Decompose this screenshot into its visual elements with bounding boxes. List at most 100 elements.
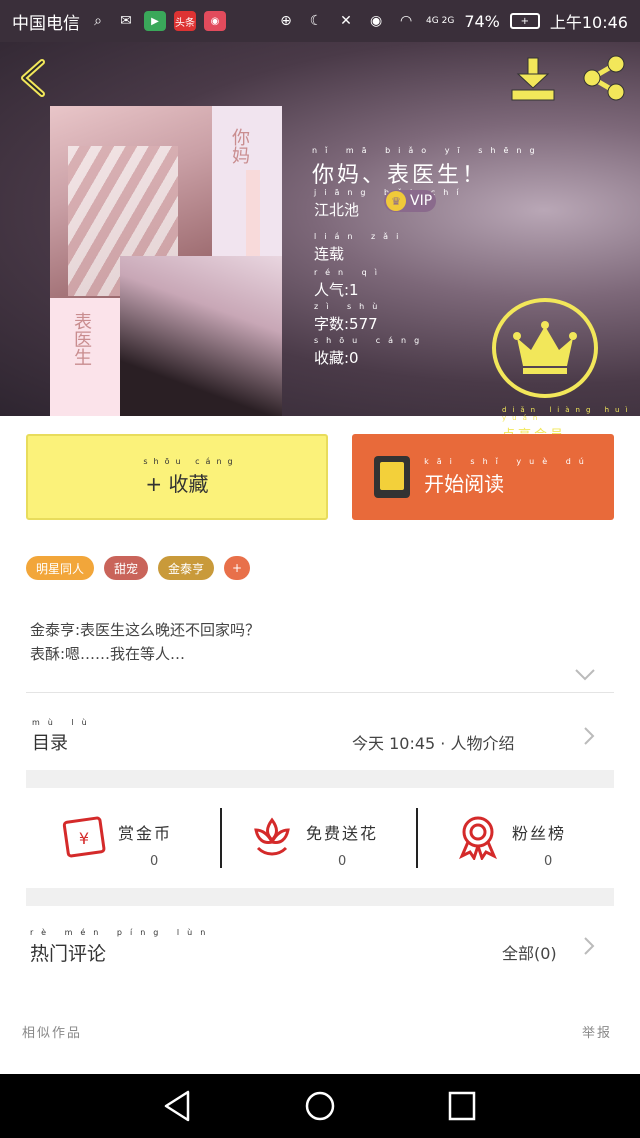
clock: 上午10:46 — [549, 13, 628, 32]
network-label: 4G 2G — [426, 16, 455, 26]
chevron-left-icon — [21, 59, 45, 97]
chevron-down-icon[interactable] — [574, 668, 596, 682]
navigation-bar — [0, 1074, 640, 1138]
favorites-pinyin: shōu cáng — [314, 336, 428, 345]
all-comments-link[interactable]: 全部(0) — [502, 940, 557, 964]
book-title: nǐ mā biǎo yī shēng 你妈、表医生！ — [312, 146, 543, 189]
report-link[interactable]: 举报 — [582, 1022, 612, 1041]
toutiao-app-icon: 头条 — [174, 11, 196, 31]
catalog-update: 今天 10:45 · 人物介绍 — [352, 734, 515, 753]
hot-comments-label-text: 热门评论 — [30, 943, 107, 965]
back-button[interactable] — [14, 56, 54, 100]
tag-list: 明星同人 甜宠 金泰亨 + — [26, 556, 251, 580]
fan-ranking-button[interactable]: 粉丝榜 0 — [454, 812, 634, 872]
moon-icon: ☾ — [309, 13, 323, 29]
status-pinyin: lián zǎi — [314, 232, 407, 241]
start-reading-button[interactable]: kāi shǐ yuè dú 开始阅读 — [352, 434, 614, 520]
book-cover[interactable]: 你妈 表医生 — [50, 106, 282, 416]
free-flower-button[interactable]: 免费送花 0 — [248, 812, 428, 872]
word-count-value: 字数:577 — [314, 315, 378, 333]
download-icon — [511, 57, 555, 101]
add-tag-button[interactable]: + — [224, 556, 251, 580]
share-button[interactable] — [580, 54, 628, 102]
stat-label: 赏金币 — [118, 824, 173, 843]
catalog-label: mù lù 目录 — [32, 718, 95, 755]
stat-value: 0 — [338, 854, 347, 869]
popularity-text: rén qì 人气:1 — [314, 268, 385, 300]
search-icon: ⌕ — [94, 13, 102, 29]
cover-accent — [246, 170, 260, 262]
share-icon — [583, 55, 625, 101]
wechat-icon: ✉ — [120, 13, 132, 29]
divider — [220, 808, 222, 868]
book-title-text: 你妈、表医生！ — [312, 163, 488, 188]
eye-icon: ◉ — [369, 13, 383, 29]
word-count-pinyin: zì shù — [314, 302, 386, 311]
medal-icon — [459, 816, 497, 860]
vip-badge: ♛ VIP — [384, 190, 436, 212]
hot-comments-pinyin: rè mén píng lùn — [30, 928, 214, 937]
favorites-value: 收藏:0 — [314, 349, 359, 367]
battery-percent: 74% — [464, 11, 500, 31]
divider — [26, 692, 614, 693]
section-separator — [26, 770, 614, 788]
word-count-text: zì shù 字数:577 — [314, 302, 385, 334]
flower-icon — [254, 817, 290, 856]
author-name: 江北池 — [314, 201, 360, 219]
tag-item[interactable]: 甜宠 — [104, 556, 149, 580]
chevron-right-icon — [584, 727, 595, 745]
cover-title-art: 你妈 — [229, 128, 250, 164]
favorites-text: shōu cáng 收藏:0 — [314, 336, 427, 368]
nav-recents-icon[interactable] — [442, 1088, 482, 1124]
cover-subtitle-art: 表医生 — [71, 312, 92, 366]
popularity-value: 人气:1 — [314, 281, 359, 299]
carrier-label: 中国电信 — [12, 13, 80, 34]
similar-works-link[interactable]: 相似作品 — [22, 1022, 82, 1041]
book-header: 你妈 表医生 nǐ mā biǎo yī shēng 你妈、表医生！ jiāng… — [0, 42, 640, 443]
read-pinyin: kāi shǐ yuè dú — [424, 457, 592, 466]
crown-icon: ♛ — [386, 191, 406, 211]
status-bar: 中国电信 ⌕ ✉ ▶ 头条 ◉ ⊕ ☾ ✕ ◉ ◠ 4G 2G 74% + 上午… — [0, 0, 640, 42]
book-icon — [374, 456, 411, 498]
stat-value: 0 — [150, 854, 159, 869]
status-text: lián zǎi 连载 — [314, 232, 406, 264]
popularity-pinyin: rén qì — [314, 268, 385, 277]
cover-photo-bottom — [120, 256, 282, 416]
stat-label: 粉丝榜 — [512, 824, 567, 843]
stat-value: 0 — [544, 854, 553, 869]
book-title-pinyin: nǐ mā biǎo yī shēng — [312, 146, 543, 155]
divider — [416, 808, 418, 868]
section-separator — [26, 888, 614, 906]
reward-coins-button[interactable]: ¥ 赏金币 0 — [60, 812, 240, 872]
crown-icon — [513, 321, 577, 374]
member-button[interactable] — [492, 298, 598, 398]
tag-item[interactable]: 金泰亨 — [158, 556, 215, 580]
chevron-right-icon — [584, 937, 595, 955]
mute-icon: ✕ — [340, 13, 352, 29]
catalog-pinyin: mù lù — [32, 718, 95, 727]
download-button[interactable] — [508, 56, 558, 104]
video-app-icon: ▶ — [144, 11, 166, 31]
battery-icon: + — [509, 13, 540, 29]
wifi-icon: ◠ — [399, 13, 413, 29]
nav-home-icon[interactable] — [300, 1088, 340, 1124]
hot-comments-label: rè mén píng lùn 热门评论 — [30, 928, 213, 966]
stat-label: 免费送花 — [306, 824, 379, 843]
lock-rotation-icon: ⊕ — [280, 13, 292, 29]
pig-app-icon: ◉ — [204, 11, 226, 31]
nav-back-icon[interactable] — [158, 1088, 198, 1124]
add-favorite-button[interactable]: shōu cáng + 收藏 — [26, 434, 328, 520]
vip-label: VIP — [410, 193, 433, 209]
book-intro: 金泰亨:表医生这么晚还不回家吗？ 表酥:嗯……我在等人… — [30, 618, 260, 666]
intro-line: 金泰亨:表医生这么晚还不回家吗？ — [30, 621, 261, 639]
svg-text:¥: ¥ — [79, 829, 89, 848]
favorite-pinyin: shōu cáng — [143, 457, 239, 466]
catalog-label-text: 目录 — [32, 733, 68, 754]
member-pinyin: diǎn liàng huì yuán — [502, 406, 634, 422]
tag-item[interactable]: 明星同人 — [26, 556, 95, 580]
favorite-label: + 收藏 — [145, 472, 209, 496]
status-value: 连载 — [314, 245, 345, 263]
intro-line: 表酥:嗯……我在等人… — [30, 645, 186, 663]
read-label: 开始阅读 — [424, 472, 505, 496]
red-envelope-icon: ¥ — [62, 816, 106, 858]
